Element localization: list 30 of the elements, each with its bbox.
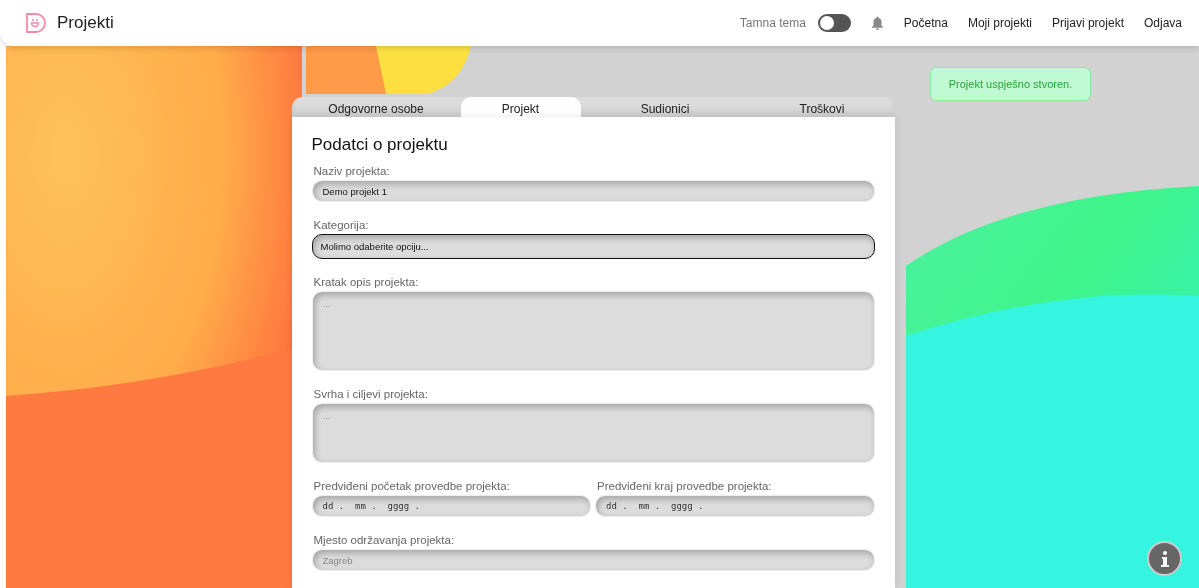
success-toast: Projekt uspješno stvoren.	[930, 67, 1091, 101]
field-label: Naziv projekta:	[312, 165, 391, 177]
field-label: Svrha i ciljevi projekta:	[312, 388, 429, 400]
date-field[interactable]: dd . mm . gggg .	[311, 495, 591, 517]
field-label: Mjesto održavanja projekta:	[312, 534, 456, 546]
nav-link[interactable]: Početna	[903, 16, 948, 30]
toggle-label: Tamna tema	[739, 16, 806, 30]
text-field[interactable]: Zagreb	[311, 549, 875, 571]
info-icon	[1160, 550, 1169, 567]
tab[interactable]: Projekt	[460, 97, 581, 117]
theme-toggle[interactable]	[817, 14, 851, 32]
tab[interactable]: Troškovi	[749, 97, 895, 117]
nav-link[interactable]: Moji projekti	[967, 16, 1032, 30]
app-title: Projekti	[57, 13, 114, 33]
category-select[interactable]: Molimo odaberite opciju...	[311, 234, 875, 259]
field-label: Predviđeni kraj provedbe projekta:	[596, 480, 773, 492]
nav-link[interactable]: Prijavi projekt	[1051, 16, 1124, 30]
textarea-field[interactable]: ...	[311, 403, 875, 463]
field-label: Kategorija:	[312, 219, 370, 231]
nav-link[interactable]: Odjava	[1143, 16, 1182, 30]
tab[interactable]: Odgovorne osobe	[291, 97, 461, 117]
date-field[interactable]: dd . mm . gggg .	[595, 495, 875, 517]
tab[interactable]: Sudionici	[580, 97, 750, 117]
textarea-field[interactable]: ...	[311, 291, 875, 371]
bell-icon[interactable]	[870, 16, 884, 30]
form-title: Podatci o projektu	[311, 135, 449, 155]
text-field[interactable]: Demo projekt 1	[311, 180, 875, 202]
field-label: Kratak opis projekta:	[312, 276, 420, 288]
field-label: Predviđeni početak provedbe projekta:	[312, 480, 511, 492]
smiley-logo-icon	[25, 12, 47, 34]
